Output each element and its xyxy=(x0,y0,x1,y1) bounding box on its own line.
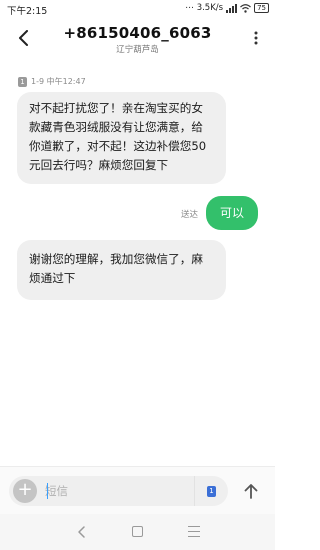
incoming-message[interactable]: 谢谢您的理解，我加您微信了，麻烦通过下 xyxy=(17,240,226,300)
arrow-up-icon xyxy=(244,484,258,499)
status-indicators: ⋯ 3.5K/s 75 xyxy=(185,3,269,13)
composer-pill: + 1 xyxy=(9,476,228,506)
contact-number: +86150406_6063 xyxy=(63,24,212,42)
message-timestamp: 1-9 中午12:47 xyxy=(31,77,86,86)
battery-icon: 75 xyxy=(254,3,269,13)
message-meta: 1 1-9 中午12:47 xyxy=(18,76,86,87)
system-nav-bar xyxy=(0,514,275,550)
status-time: 下午2:15 xyxy=(7,6,48,17)
conversation-header: +86150406_6063 辽宁葫芦岛 xyxy=(0,18,275,58)
more-vertical-icon xyxy=(254,31,258,45)
add-attachment-button[interactable]: + xyxy=(13,479,37,503)
more-options-button[interactable] xyxy=(249,27,263,49)
plus-icon: + xyxy=(17,479,33,500)
sim-select-button[interactable]: 1 xyxy=(194,476,228,506)
send-button[interactable] xyxy=(239,479,263,503)
outgoing-message[interactable]: 可以 xyxy=(206,196,258,230)
incoming-message[interactable]: 对不起打扰您了！亲在淘宝买的女款藏青色羽绒服没有让您满意，给你道歉了，对不起！这… xyxy=(17,92,226,184)
network-speed: 3.5K/s xyxy=(196,3,224,13)
sim-badge: 1 xyxy=(18,76,27,87)
wifi-speed-icon: ⋯ xyxy=(185,3,194,13)
wifi-icon xyxy=(240,3,251,13)
signal-icon xyxy=(226,3,238,13)
message-input[interactable] xyxy=(45,481,185,501)
sim-card-icon: 1 xyxy=(207,485,216,497)
contact-location: 辽宁葫芦岛 xyxy=(116,45,159,55)
delivery-status: 送达 xyxy=(181,210,199,220)
composer-bar: + 1 xyxy=(0,466,275,514)
square-icon[interactable] xyxy=(132,526,143,537)
menu-icon[interactable] xyxy=(188,526,200,537)
text-cursor xyxy=(47,483,48,499)
status-bar: 下午2:15 ⋯ 3.5K/s 75 xyxy=(0,0,275,18)
chevron-left-icon[interactable] xyxy=(74,524,90,540)
